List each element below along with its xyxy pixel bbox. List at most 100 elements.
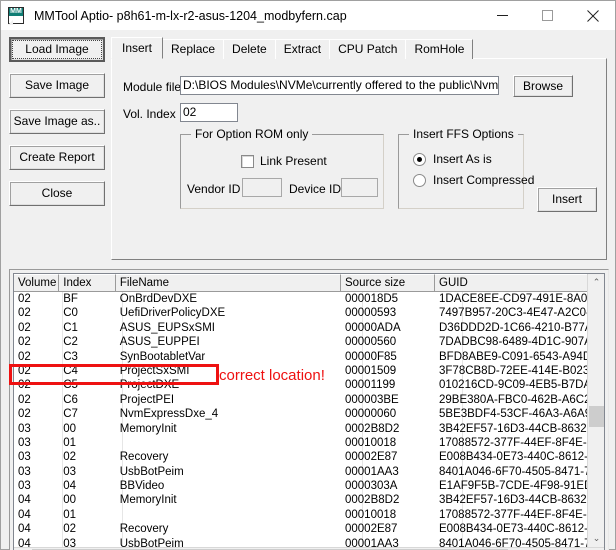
maximize-button[interactable] [525,1,570,31]
cell-guid: 17088572-377F-44EF-8F4E-B09FFF4 [435,436,604,450]
vol-index-input[interactable]: 02 [180,103,238,122]
table-row[interactable]: 02C5ProjectDXE00001199010216CD-9C09-4EB5… [14,378,604,392]
cell-volume: 03 [14,450,59,464]
tab-strip: Insert Replace Delete Extract CPU Patch … [111,37,607,59]
table-row[interactable]: 02BFOnBrdDevDXE000018D51DACE8EE-CD97-491… [14,292,604,306]
tab-insert[interactable]: Insert [111,37,163,59]
cell-guid: 29BE380A-FBC0-462B-A6C2-5C5A07 [435,393,604,407]
column-header-filename[interactable]: FileName [116,274,341,292]
table-row[interactable]: 0303UsbBotPeim00001AA38401A046-6F70-4505… [14,465,604,479]
cell-size: 00010018 [341,508,435,522]
cell-volume: 02 [14,335,59,349]
column-header-source-size[interactable]: Source size [341,274,435,292]
table-row[interactable]: 02C7NvmExpressDxe_4000000605BE3BDF4-53CF… [14,407,604,421]
cell-guid: BFD8ABE9-C091-6543-A94D-136E5E [435,350,604,364]
save-image-button[interactable]: Save Image [9,73,105,98]
cell-index: 00 [59,422,116,436]
vertical-scroll-thumb[interactable] [589,406,604,427]
cell-volume: 02 [14,350,59,364]
table-row[interactable]: 02C6ProjectPEI000003BE29BE380A-FBC0-462B… [14,393,604,407]
table-row[interactable]: 0402Recovery00002E87E008B434-0E73-440C-8… [14,522,604,536]
window-title: MMTool Aptio- p8h61-m-lx-r2-asus-1204_mo… [34,9,480,23]
module-file-input[interactable]: D:\BIOS Modules\NVMe\currently offered t… [180,76,499,95]
cell-size: 00000060 [341,407,435,421]
cell-index: 01 [59,508,116,522]
browse-button[interactable]: Browse [513,75,573,97]
table-row[interactable]: 02C0UefiDriverPolicyDXE000005937497B957-… [14,306,604,320]
table-row[interactable]: 02C1ASUS_EUPSxSMI00000ADAD36DDD2D-1C66-4… [14,321,604,335]
cell-size: 00001AA3 [341,465,435,479]
cell-index: C2 [59,335,116,349]
cell-guid: 5BE3BDF4-53CF-46A3-A6A9-73C344 [435,407,604,421]
cell-index: C4 [59,364,116,378]
close-button[interactable] [570,1,615,31]
cell-filename: ProjectDXE [116,378,341,392]
tab-cpu-patch[interactable]: CPU Patch [329,39,406,59]
insert-compressed-radio[interactable] [413,174,426,187]
cell-index: 02 [59,522,116,536]
insert-as-is-radio[interactable] [413,153,426,166]
cell-guid: 010216CD-9C09-4EB5-B7DA-D0A28 [435,378,604,392]
column-header-guid[interactable]: GUID [435,274,604,292]
table-row[interactable]: 02C3SynBootabletVar00000F85BFD8ABE9-C091… [14,350,604,364]
link-present-checkbox[interactable] [241,155,254,168]
table-row[interactable]: 0300MemoryInit0002B8D23B42EF57-16D3-44CB… [14,422,604,436]
cell-volume: 02 [14,292,59,306]
table-row[interactable]: 0304BBVideo0000303AE1AF9F5B-7CDE-4F98-91… [14,479,604,493]
cell-filename: ProjectPEI [116,393,341,407]
cell-filename [116,436,341,450]
module-list-header: Volume Index FileName Source size GUID [14,274,604,292]
save-image-as-button[interactable]: Save Image as.. [9,109,105,134]
tab-romhole[interactable]: RomHole [405,39,473,59]
option-rom-group-title: For Option ROM only [191,127,312,141]
module-list: Volume Index FileName Source size GUID 0… [13,273,605,550]
insert-button[interactable]: Insert [537,187,597,212]
column-header-volume[interactable]: Volume [14,274,59,292]
scroll-up-icon[interactable]: ⌃ [588,274,605,291]
cell-filename: NvmExpressDxe_4 [116,407,341,421]
cell-size: 00000ADA [341,321,435,335]
list-vertical-scrollbar[interactable]: ⌃ ⌄ [587,274,604,547]
table-row[interactable]: 0302Recovery00002E87E008B434-0E73-440C-8… [14,450,604,464]
cell-size: 000018D5 [341,292,435,306]
scroll-down-icon[interactable]: ⌄ [588,530,605,547]
insert-as-is-label: Insert As is [433,152,492,166]
cell-volume: 04 [14,493,59,507]
ffs-options-group: Insert FFS Options Insert As is Insert C… [398,134,524,209]
cell-size: 00001199 [341,378,435,392]
module-file-label: Module file [123,80,181,94]
cell-volume: 02 [14,306,59,320]
tab-extract[interactable]: Extract [275,39,330,59]
cell-volume: 02 [14,364,59,378]
table-row[interactable]: 02C2ASUS_EUPPEI000005607DADBC98-6489-4D1… [14,335,604,349]
cell-index: C6 [59,393,116,407]
cell-guid: 3F78CB8D-72EE-414E-B023-DACA0 [435,364,604,378]
load-image-button[interactable]: Load Image [9,37,105,62]
cell-size: 000003BE [341,393,435,407]
minimize-button[interactable] [480,1,525,31]
create-report-button[interactable]: Create Report [9,145,105,170]
cell-size: 0000303A [341,479,435,493]
cell-guid: E1AF9F5B-7CDE-4F98-91ED-5E6786 [435,479,604,493]
cell-index: C1 [59,321,116,335]
cell-guid: 3B42EF57-16D3-44CB-8632-9FDB0E [435,422,604,436]
cell-guid: 8401A046-6F70-4505-8471-7015B40 [435,465,604,479]
cell-size: 00001509 [341,364,435,378]
close-app-button[interactable]: Close [9,181,105,206]
table-row[interactable]: 02C4ProjectSxSMI000015093F78CB8D-72EE-41… [14,364,604,378]
cell-index: 04 [59,479,116,493]
table-row[interactable]: 0400MemoryInit0002B8D23B42EF57-16D3-44CB… [14,493,604,507]
cell-filename: SynBootabletVar [116,350,341,364]
cell-guid: E008B434-0E73-440C-8612-A143F64 [435,522,604,536]
tab-replace[interactable]: Replace [162,39,224,59]
table-row[interactable]: 04010001001817088572-377F-44EF-8F4E-B09F… [14,508,604,522]
module-list-frame: Volume Index FileName Source size GUID 0… [9,269,609,550]
tab-delete[interactable]: Delete [223,39,276,59]
cell-filename: OnBrdDevDXE [116,292,341,306]
device-id-input[interactable] [341,178,378,197]
table-row[interactable]: 03010001001817088572-377F-44EF-8F4E-B09F… [14,436,604,450]
insert-tab-panel: Module file D:\BIOS Modules\NVMe\current… [111,58,607,260]
cell-index: 03 [59,465,116,479]
vendor-id-input[interactable] [242,178,282,197]
column-header-index[interactable]: Index [59,274,116,292]
